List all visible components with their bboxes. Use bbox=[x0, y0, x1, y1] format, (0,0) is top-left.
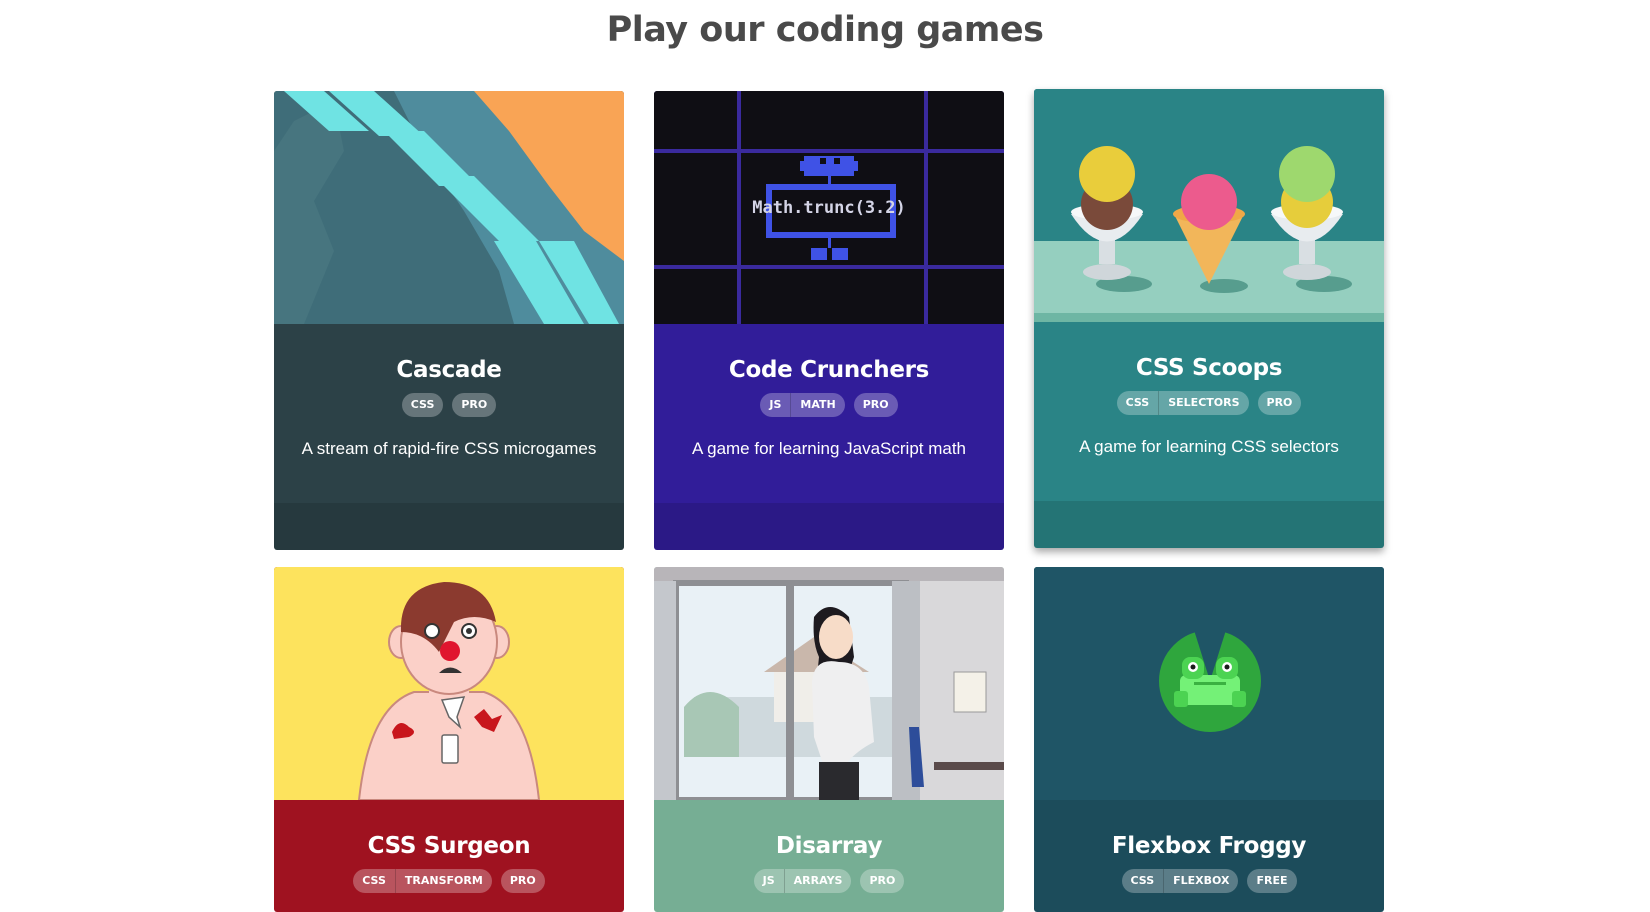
game-card-disarray[interactable]: Disarray JS ARRAYS PRO bbox=[654, 567, 1004, 912]
game-card-flexbox-froggy[interactable]: Flexbox Froggy CSS FLEXBOX FREE bbox=[1034, 567, 1384, 912]
css-scoops-artwork bbox=[1034, 89, 1384, 322]
tag-pill: PRO bbox=[1257, 391, 1302, 415]
tag-label: JS bbox=[769, 398, 782, 411]
tag-label: PRO bbox=[1266, 396, 1293, 409]
tag-pill: FREE bbox=[1247, 869, 1297, 893]
tag-pill: JS ARRAYS bbox=[753, 869, 852, 893]
tag-label: FLEXBOX bbox=[1163, 869, 1238, 893]
game-title: Flexbox Froggy bbox=[1111, 833, 1307, 859]
tag-label: TRANSFORM bbox=[394, 869, 492, 893]
disarray-artwork bbox=[654, 567, 1004, 800]
frog-icon bbox=[1159, 630, 1261, 732]
tag-list: CSS SELECTORS PRO bbox=[1034, 391, 1384, 415]
tag-label: JS bbox=[762, 874, 775, 887]
tag-label: MATH bbox=[790, 393, 844, 417]
game-card-code-crunchers[interactable]: Math.trunc(3.2) Code Crunchers JS MATH PR… bbox=[654, 91, 1004, 550]
spine-icon bbox=[441, 734, 459, 764]
card-footer bbox=[274, 503, 624, 550]
flexbox-froggy-artwork bbox=[1034, 567, 1384, 800]
tag-pill: PRO bbox=[452, 393, 497, 417]
clown-nose-icon bbox=[440, 641, 460, 661]
game-title: Disarray bbox=[775, 833, 883, 859]
css-surgeon-artwork bbox=[274, 567, 624, 800]
game-card-cascade[interactable]: Cascade CSS PRO A stream of rapid-fire C… bbox=[274, 91, 624, 550]
tag-pill: CSS TRANSFORM bbox=[353, 869, 492, 893]
tag-list: CSS PRO bbox=[274, 393, 624, 417]
tag-list: CSS TRANSFORM PRO bbox=[274, 869, 624, 893]
tag-label: CSS bbox=[410, 398, 435, 411]
tag-label: SELECTORS bbox=[1158, 391, 1248, 415]
tag-pill: PRO bbox=[853, 393, 898, 417]
tag-label: CSS bbox=[1130, 874, 1155, 887]
game-title: CSS Scoops bbox=[1135, 355, 1283, 381]
card-footer bbox=[654, 503, 1004, 550]
game-title: Code Crunchers bbox=[728, 357, 930, 383]
tag-pill: JS MATH bbox=[760, 393, 845, 417]
cascade-artwork bbox=[274, 91, 624, 324]
tag-label: PRO bbox=[869, 874, 896, 887]
tag-list: JS MATH PRO bbox=[654, 393, 1004, 417]
tag-label: PRO bbox=[862, 398, 889, 411]
game-card-css-surgeon[interactable]: CSS Surgeon CSS TRANSFORM PRO bbox=[274, 567, 624, 912]
tag-label: CSS bbox=[362, 874, 386, 887]
tag-pill: PRO bbox=[500, 869, 545, 893]
tag-label: PRO bbox=[509, 874, 536, 887]
game-title: Cascade bbox=[396, 357, 502, 383]
tag-list: CSS FLEXBOX FREE bbox=[1034, 869, 1384, 893]
tag-label: FREE bbox=[1256, 874, 1288, 887]
code-expression: Math.trunc(3.2) bbox=[752, 198, 906, 218]
code-crunchers-artwork: Math.trunc(3.2) bbox=[654, 91, 1004, 324]
game-title: CSS Surgeon bbox=[367, 833, 531, 859]
tag-label: PRO bbox=[461, 398, 488, 411]
tag-pill: CSS FLEXBOX bbox=[1121, 869, 1239, 893]
game-description: A game for learning JavaScript math bbox=[691, 439, 967, 458]
game-description: A stream of rapid-fire CSS microgames bbox=[301, 439, 597, 458]
tag-label: CSS bbox=[1125, 396, 1150, 409]
tag-pill: CSS bbox=[401, 393, 444, 417]
page-title: Play our coding games bbox=[606, 10, 1044, 50]
game-description: A game for learning CSS selectors bbox=[1079, 437, 1339, 456]
tag-label: ARRAYS bbox=[783, 869, 852, 893]
tag-list: JS ARRAYS PRO bbox=[654, 869, 1004, 893]
card-footer bbox=[1034, 501, 1384, 548]
game-card-css-scoops[interactable]: CSS Scoops CSS SELECTORS PRO A game for l… bbox=[1034, 89, 1384, 548]
tag-pill: PRO bbox=[860, 869, 905, 893]
tag-pill: CSS SELECTORS bbox=[1116, 391, 1249, 415]
